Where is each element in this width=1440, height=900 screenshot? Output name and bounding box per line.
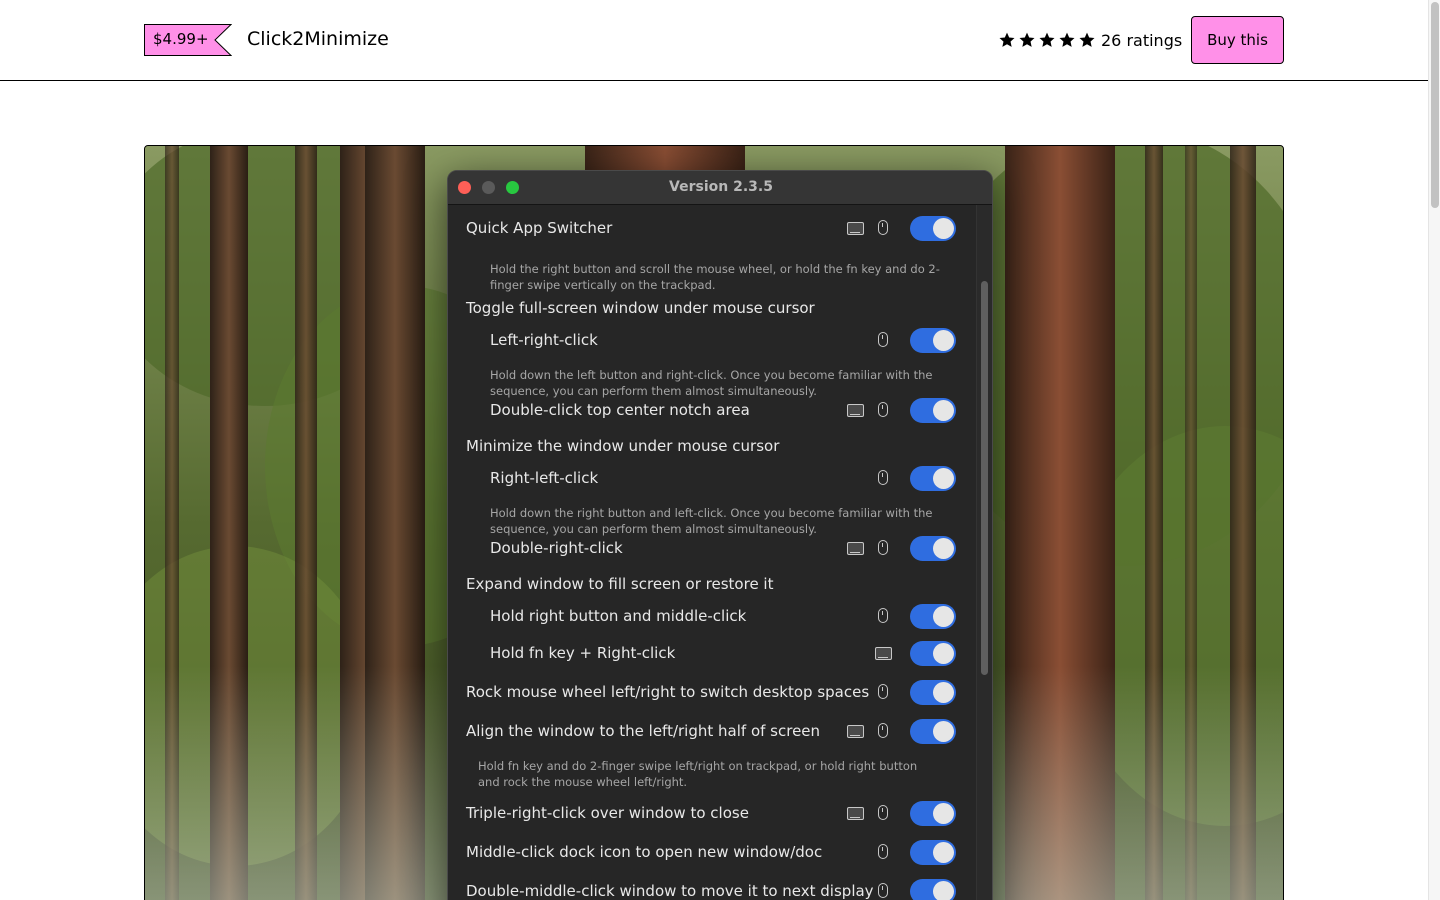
setting-label: Double-middle-click window to move it to… xyxy=(466,882,874,900)
setting-row: Left-right-click xyxy=(448,328,976,353)
setting-toggle[interactable] xyxy=(910,328,956,353)
setting-row: Quick App Switcher xyxy=(448,216,976,241)
setting-toggle[interactable] xyxy=(910,641,956,666)
setting-row: Double-right-click xyxy=(448,536,976,561)
buy-button[interactable]: Buy this xyxy=(1191,16,1284,64)
site-header: $4.99+ Click2Minimize 26 ratings Buy thi… xyxy=(0,0,1428,81)
setting-label: Triple-right-click over window to close xyxy=(466,804,749,822)
setting-toggle[interactable] xyxy=(910,536,956,561)
setting-row: Hold right button and middle-click xyxy=(448,604,976,629)
setting-label: Hold right button and middle-click xyxy=(490,607,747,625)
toggle-knob xyxy=(933,682,954,703)
setting-label: Quick App Switcher xyxy=(466,219,613,237)
mouse-icon xyxy=(878,723,888,738)
toggle-knob xyxy=(933,643,954,664)
trackpad-icon xyxy=(875,647,892,660)
setting-toggle[interactable] xyxy=(910,879,956,900)
mouse-icon xyxy=(878,805,888,820)
setting-label: Hold fn key + Right-click xyxy=(490,644,676,662)
settings-group-heading: Minimize the window under mouse cursor xyxy=(466,437,780,455)
setting-description: Hold down the right button and left-clic… xyxy=(490,506,933,536)
mouse-icon xyxy=(878,883,888,898)
page-scrollbar-thumb[interactable] xyxy=(1431,2,1439,208)
toggle-knob xyxy=(933,606,954,627)
toggle-knob xyxy=(933,842,954,863)
toggle-knob xyxy=(933,803,954,824)
setting-row: Double-middle-click window to move it to… xyxy=(448,879,976,900)
trackpad-icon xyxy=(847,725,864,738)
setting-label: Rock mouse wheel left/right to switch de… xyxy=(466,683,870,701)
setting-toggle[interactable] xyxy=(910,216,956,241)
mouse-icon xyxy=(878,402,888,417)
trackpad-icon xyxy=(847,542,864,555)
star-icon xyxy=(1019,32,1035,47)
setting-description: Hold the right button and scroll the mou… xyxy=(490,262,940,292)
settings-scrollbar-thumb[interactable] xyxy=(981,281,988,675)
mouse-icon xyxy=(878,684,888,699)
toggle-knob xyxy=(933,538,954,559)
setting-row: Rock mouse wheel left/right to switch de… xyxy=(448,680,976,705)
price-label: $4.99+ xyxy=(153,30,209,48)
star-icon xyxy=(1039,32,1055,47)
setting-description: Hold down the left button and right-clic… xyxy=(490,368,933,398)
toggle-knob xyxy=(933,400,954,421)
setting-row: Triple-right-click over window to close xyxy=(448,801,976,826)
setting-label: Left-right-click xyxy=(490,331,598,349)
trackpad-icon xyxy=(847,807,864,820)
app-settings-window: Version 2.3.5 Quick App Switcher Hold the… xyxy=(447,170,993,900)
setting-toggle[interactable] xyxy=(910,680,956,705)
rating-stars xyxy=(997,31,1097,49)
mouse-icon xyxy=(878,470,888,485)
star-icon xyxy=(1079,32,1095,47)
toggle-knob xyxy=(933,218,954,239)
setting-toggle[interactable] xyxy=(910,840,956,865)
settings-group-heading: Expand window to fill screen or restore … xyxy=(466,575,774,593)
window-titlebar[interactable]: Version 2.3.5 xyxy=(448,171,992,205)
setting-toggle[interactable] xyxy=(910,801,956,826)
star-icon xyxy=(1059,32,1075,47)
star-icon xyxy=(999,32,1015,47)
setting-toggle[interactable] xyxy=(910,466,956,491)
page-scrollbar[interactable] xyxy=(1428,0,1440,900)
setting-label: Double-click top center notch area xyxy=(490,401,750,419)
mouse-icon xyxy=(878,540,888,555)
window-title: Version 2.3.5 xyxy=(669,179,773,195)
setting-row: Align the window to the left/right half … xyxy=(448,719,976,744)
setting-description: Hold fn key and do 2-finger swipe left/r… xyxy=(478,759,918,789)
settings-group-heading: Toggle full-screen window under mouse cu… xyxy=(466,299,815,317)
trackpad-icon xyxy=(847,404,864,417)
mouse-icon xyxy=(878,220,888,235)
setting-label: Align the window to the left/right half … xyxy=(466,722,821,740)
setting-row: Right-left-click xyxy=(448,466,976,491)
mouse-icon xyxy=(878,844,888,859)
product-screenshot: Version 2.3.5 Quick App Switcher Hold the… xyxy=(144,145,1284,900)
toggle-knob xyxy=(933,330,954,351)
rating-summary[interactable]: 26 ratings xyxy=(997,29,1182,51)
setting-row: Double-click top center notch area xyxy=(448,398,976,423)
setting-toggle[interactable] xyxy=(910,604,956,629)
setting-row: Middle-click dock icon to open new windo… xyxy=(448,840,976,865)
setting-row: Hold fn key + Right-click xyxy=(448,641,976,666)
toggle-knob xyxy=(933,881,954,900)
toggle-knob xyxy=(933,468,954,489)
toggle-knob xyxy=(933,721,954,742)
setting-label: Middle-click dock icon to open new windo… xyxy=(466,843,823,861)
settings-scrollbar[interactable] xyxy=(976,205,992,900)
setting-label: Double-right-click xyxy=(490,539,623,557)
ratings-count: 26 ratings xyxy=(1101,30,1183,50)
setting-label: Right-left-click xyxy=(490,469,599,487)
product-title: Click2Minimize xyxy=(247,28,389,50)
setting-toggle[interactable] xyxy=(910,719,956,744)
mouse-icon xyxy=(878,608,888,623)
trackpad-icon xyxy=(847,222,864,235)
setting-toggle[interactable] xyxy=(910,398,956,423)
mouse-icon xyxy=(878,332,888,347)
